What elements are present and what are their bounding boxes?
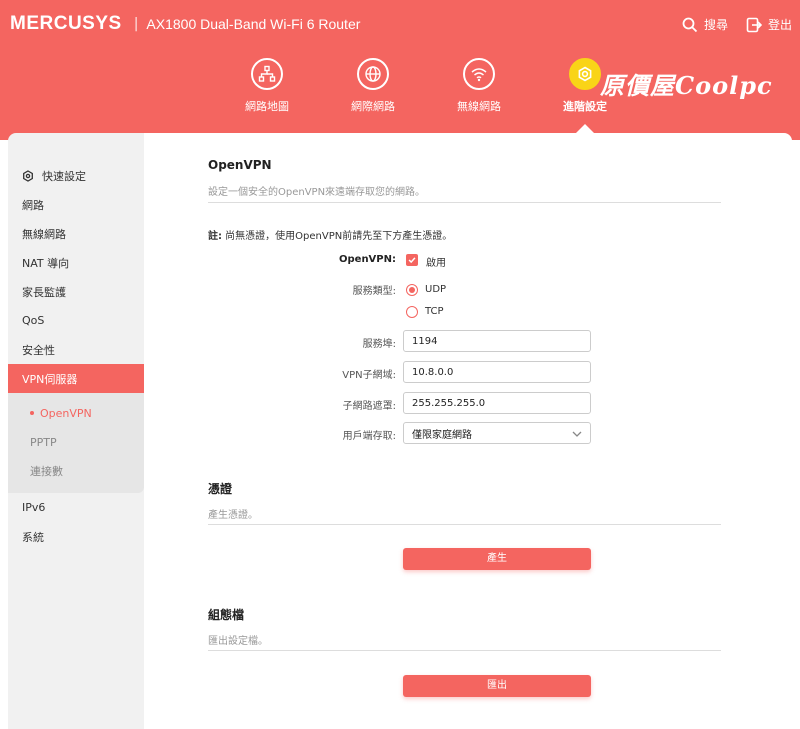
sidebar-item-label: 系統 — [22, 530, 44, 544]
submenu-item-pptp[interactable]: PPTP — [8, 428, 144, 456]
nav-wireless[interactable]: 無線網路 — [426, 58, 532, 114]
search-icon — [682, 17, 698, 32]
sidebar-item-nat[interactable]: NAT 導向 — [8, 248, 144, 277]
sidebar-item-label: QoS — [22, 314, 45, 327]
radio-selected-dot — [409, 287, 415, 293]
note-text: 尚無憑證，使用OpenVPN前請先至下方產生憑證。 — [222, 231, 453, 242]
nav-label: 網路地圖 — [245, 100, 289, 113]
section-title-certificate: 憑證 — [208, 482, 233, 496]
sidebar-item-security[interactable]: 安全性 — [8, 335, 144, 364]
sidebar-item-parental[interactable]: 家長監護 — [8, 277, 144, 306]
network-map-icon — [251, 58, 283, 90]
divider — [208, 202, 721, 203]
brand-separator: | — [133, 16, 139, 32]
sidebar-item-label: VPN伺服器 — [22, 372, 78, 386]
client-access-select[interactable]: 僅限家庭網路 — [403, 422, 591, 444]
sidebar-item-system[interactable]: 系統 — [8, 522, 144, 551]
radio-tcp-label: TCP — [425, 306, 444, 317]
sidebar-item-label: 無線網路 — [22, 227, 66, 241]
brand: MERCUSYS | AX1800 Dual-Band Wi-Fi 6 Rout… — [10, 13, 360, 35]
service-port-input[interactable] — [403, 330, 591, 352]
submenu-item-openvpn[interactable]: OpenVPN — [8, 399, 144, 427]
sidebar-item-label: NAT 導向 — [22, 256, 70, 270]
sidebar-item-label: 安全性 — [22, 343, 55, 357]
client-access-value: 僅限家庭網路 — [412, 429, 472, 441]
submenu-item-connections[interactable]: 連接數 — [8, 457, 144, 485]
sidebar: 快速設定 網路 無線網路 NAT 導向 家長監護 QoS 安全性 VPN伺服器 … — [8, 133, 144, 729]
service-port-label: 服務埠: — [362, 339, 396, 350]
subnet-mask-label: 子網路遮罩: — [342, 401, 396, 412]
active-caret — [576, 124, 594, 133]
router-model: AX1800 Dual-Band Wi-Fi 6 Router — [146, 16, 361, 32]
sidebar-item-quick-setup[interactable]: 快速設定 — [8, 161, 144, 190]
section-title-config: 組態檔 — [208, 608, 245, 622]
sidebar-item-network[interactable]: 網路 — [8, 190, 144, 219]
checkmark-icon — [408, 257, 416, 264]
submenu-item-label: OpenVPN — [40, 406, 92, 420]
radio-udp[interactable] — [406, 284, 418, 296]
note-prefix: 註: — [208, 231, 222, 242]
nav-internet[interactable]: 網際網路 — [320, 58, 426, 114]
main-content: OpenVPN 設定一個安全的OpenVPN來遠端存取您的網路。 註: 尚無憑證… — [144, 133, 792, 729]
gear-icon — [23, 169, 33, 182]
submenu-item-label: PPTP — [30, 435, 57, 449]
sidebar-item-vpn-server[interactable]: VPN伺服器 — [8, 364, 144, 393]
openvpn-enable-label: OpenVPN: — [339, 254, 396, 265]
logout-icon — [746, 17, 762, 32]
main-nav: 網路地圖 網際網路 無線網路 進階設定 — [214, 58, 638, 133]
vpn-submenu: OpenVPN PPTP 連接數 — [8, 393, 144, 493]
top-actions: 搜尋 登出 — [682, 16, 792, 33]
section-title-openvpn: OpenVPN — [208, 158, 272, 172]
brand-logo: MERCUSYS — [10, 13, 122, 34]
vpn-subnet-label: VPN子網域: — [342, 370, 396, 381]
watermark: 原價屋Coolpc — [600, 71, 773, 100]
gear-icon — [569, 58, 601, 90]
sidebar-item-label: 網路 — [22, 198, 44, 212]
nav-label: 無線網路 — [457, 100, 501, 113]
radio-udp-label: UDP — [425, 284, 447, 295]
top-header: MERCUSYS | AX1800 Dual-Band Wi-Fi 6 Rout… — [0, 0, 800, 140]
subnet-mask-input[interactable] — [403, 392, 591, 414]
sidebar-item-label: 快速設定 — [42, 169, 86, 183]
export-button[interactable]: 匯出 — [403, 675, 591, 697]
openvpn-enable-checkbox[interactable] — [406, 254, 418, 266]
chevron-down-icon — [572, 431, 582, 437]
logout-button[interactable]: 登出 — [746, 16, 792, 33]
section-description: 設定一個安全的OpenVPN來遠端存取您的網路。 — [208, 187, 426, 198]
nav-label: 網際網路 — [351, 100, 395, 113]
vpn-subnet-input[interactable] — [403, 361, 591, 383]
certificate-note: 註: 尚無憑證，使用OpenVPN前請先至下方產生憑證。 — [208, 227, 452, 242]
service-type-label: 服務類型: — [352, 286, 396, 297]
section-description: 匯出設定檔。 — [208, 636, 268, 647]
globe-icon — [357, 58, 389, 90]
client-access-label: 用戶端存取: — [342, 431, 396, 442]
divider — [208, 524, 721, 525]
sidebar-item-qos[interactable]: QoS — [8, 306, 144, 335]
search-button[interactable]: 搜尋 — [682, 16, 728, 33]
sidebar-item-label: IPv6 — [22, 501, 46, 514]
wifi-icon — [463, 58, 495, 90]
radio-tcp[interactable] — [406, 306, 418, 318]
search-label: 搜尋 — [703, 18, 728, 32]
sidebar-item-ipv6[interactable]: IPv6 — [8, 493, 144, 522]
sidebar-item-wireless[interactable]: 無線網路 — [8, 219, 144, 248]
active-dot — [30, 411, 34, 415]
section-description: 產生憑證。 — [208, 510, 258, 521]
submenu-item-label: 連接數 — [30, 465, 63, 478]
generate-button[interactable]: 產生 — [403, 548, 591, 570]
logout-label: 登出 — [767, 18, 792, 32]
sidebar-item-label: 家長監護 — [22, 285, 66, 299]
nav-network-map[interactable]: 網路地圖 — [214, 58, 320, 114]
divider — [208, 650, 721, 651]
openvpn-enable-text: 啟用 — [426, 258, 446, 269]
